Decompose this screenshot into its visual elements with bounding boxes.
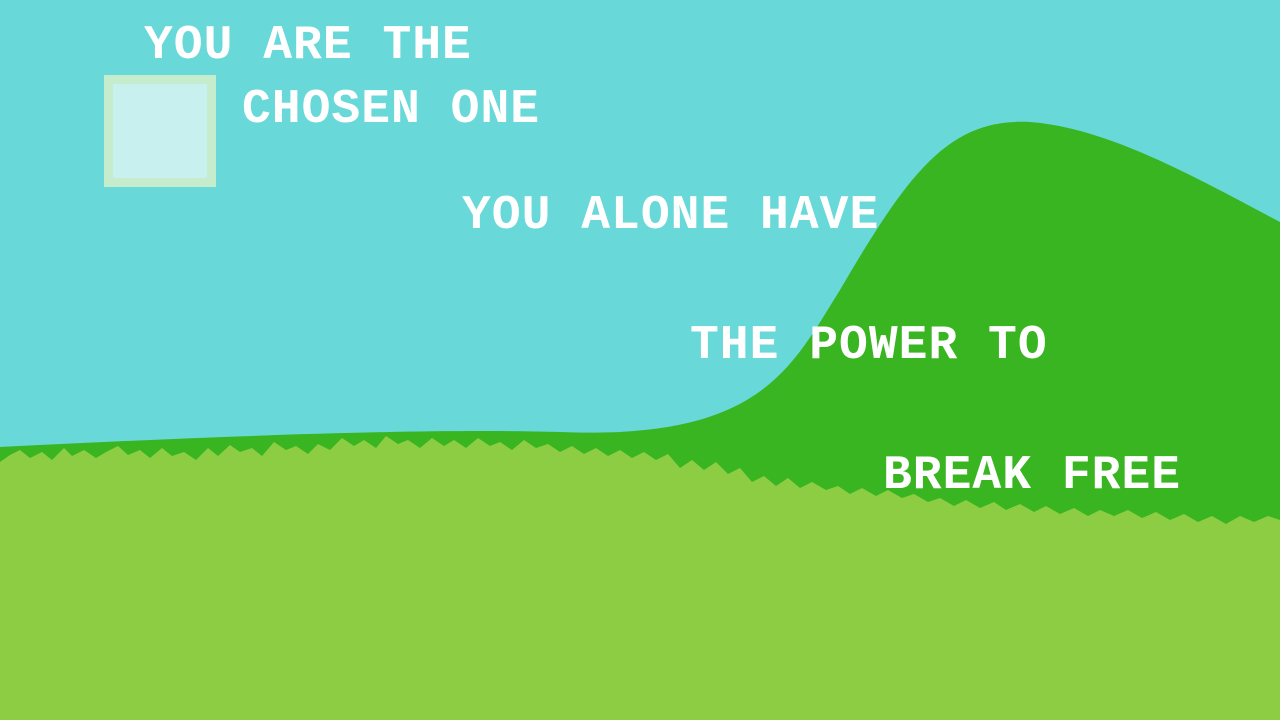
story-line-2: CHOSEN ONE [242, 83, 541, 137]
game-scene: YOU ARE THE CHOSEN ONE YOU ALONE HAVE TH… [0, 0, 1280, 720]
story-line-4: THE POWER TO [690, 319, 1048, 373]
player-square [104, 75, 216, 187]
story-line-1: YOU ARE THE [144, 19, 472, 73]
story-line-5: BREAK FREE [883, 449, 1182, 503]
story-line-3: YOU ALONE HAVE [462, 189, 880, 243]
